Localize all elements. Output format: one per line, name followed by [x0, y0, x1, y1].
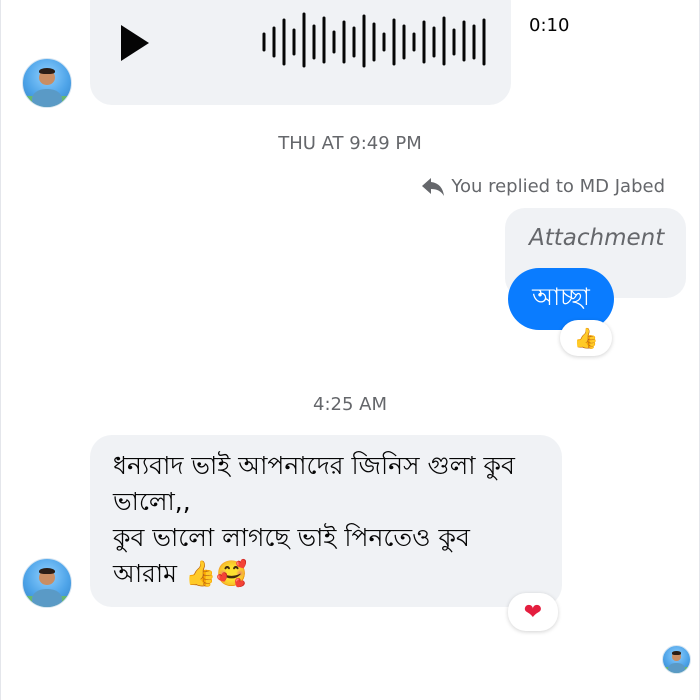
message-line-2: ভালো,, — [113, 487, 191, 516]
voice-message-bubble[interactable]: 0:10 — [90, 0, 569, 105]
timestamp-morning: 4:25 AM — [313, 394, 387, 415]
play-icon[interactable] — [121, 25, 149, 61]
avatar[interactable] — [22, 58, 72, 108]
thumbs-up-reaction[interactable]: 👍 — [560, 320, 612, 356]
incoming-message-bubble[interactable]: ধন্যবাদ ভাই আপনাদের জিনিস গুলা কুব ভালো,… — [90, 435, 562, 607]
avatar[interactable] — [22, 558, 72, 608]
voice-duration: 0:10 — [529, 15, 570, 36]
read-receipt-avatar — [662, 645, 691, 674]
message-line-1: ধন্যবাদ ভাই আপনাদের জিনিস গুলা কুব — [113, 451, 515, 480]
message-line-3: কুব ভালো লাগছে ভাই পিনতেও কুব — [113, 523, 470, 552]
reply-note-text: You replied to MD Jabed — [451, 175, 665, 197]
left-border — [0, 0, 1, 700]
attachment-label: Attachment — [529, 225, 665, 251]
reply-arrow-icon — [421, 175, 445, 197]
message-line-4: আরাম 👍🥰 — [113, 559, 248, 588]
waveform-icon — [262, 10, 492, 70]
timestamp-thursday: THU AT 9:49 PM — [278, 133, 422, 154]
incoming-message-text: ধন্যবাদ ভাই আপনাদের জিনিস গুলা কুব ভালো,… — [113, 448, 543, 592]
heart-reaction[interactable]: ❤ — [508, 593, 558, 631]
reply-indicator: You replied to MD Jabed — [421, 175, 665, 197]
